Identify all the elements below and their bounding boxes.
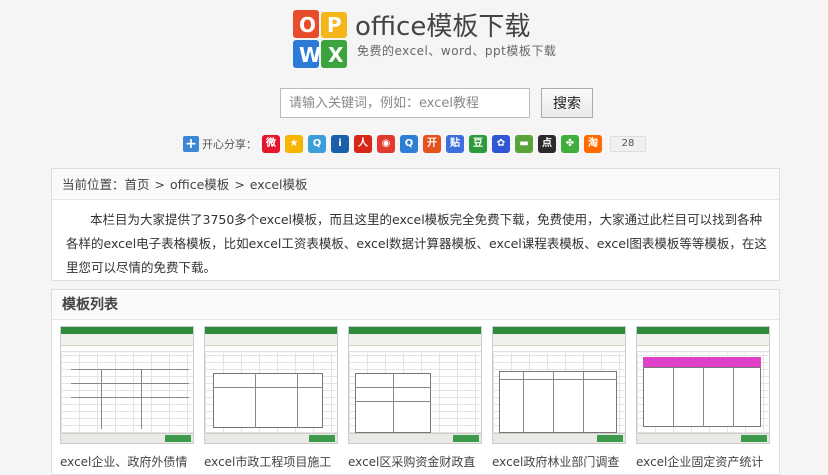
breadcrumb-prefix: 当前位置： [62,177,125,192]
tqq-icon[interactable]: Q [308,135,326,153]
site-header: O P W X office模板下载 免费的excel、word、ppt模板下载 [0,0,828,80]
template-thumbnail[interactable] [204,326,338,444]
sina-icon[interactable]: ◉ [377,135,395,153]
search-button[interactable]: 搜索 [541,88,593,118]
svg-text:P: P [327,13,342,37]
youdao-icon[interactable]: ▬ [515,135,533,153]
template-list-title: 模板列表 [52,290,779,320]
template-card[interactable]: excel区采购资金财政直 [348,326,482,470]
breadcrumb: 当前位置：首页 > office模板 > excel模板 [52,169,779,200]
breadcrumb-excel-link[interactable]: excel模板 [250,177,308,192]
kaixin-icon[interactable]: 开 [423,135,441,153]
share-bar: + 开心分享： 微 ★ Q i 人 ◉ Q 开 贴 豆 ✿ ▬ 点 ✤ 淘 28 [183,134,646,154]
tieba-icon[interactable]: 贴 [446,135,464,153]
template-thumbnail[interactable] [60,326,194,444]
share-count[interactable]: 28 [610,136,646,152]
template-caption[interactable]: excel企业、政府外债情 [60,453,200,470]
template-thumbnail[interactable] [636,326,770,444]
svg-text:X: X [328,43,344,67]
template-caption[interactable]: excel政府林业部门调查 [492,453,632,470]
qq-icon[interactable]: Q [400,135,418,153]
breadcrumb-separator: > [234,177,245,192]
clover-icon[interactable]: ✤ [561,135,579,153]
share-label: 开心分享： [202,138,257,151]
douban-icon[interactable]: 豆 [469,135,487,153]
template-caption[interactable]: excel区采购资金财政直 [348,453,488,470]
search-input[interactable] [280,88,530,118]
template-list-panel: 模板列表 excel企业、政府外债情 excel市政工程项目施工 excel区采… [51,289,780,475]
template-caption[interactable]: excel企业固定资产统计 [636,453,776,470]
svg-text:W: W [299,43,321,67]
site-subtitle: 免费的excel、word、ppt模板下载 [357,44,557,58]
intro-text: 本栏目为大家提供了3750多个excel模板，而且这里的excel模板完全免费下… [66,212,767,275]
taobao-icon[interactable]: 淘 [584,135,602,153]
breadcrumb-separator: > [154,177,166,192]
site-title[interactable]: office模板下载 [355,6,530,43]
svg-text:O: O [299,13,316,37]
people-icon[interactable]: 人 [354,135,372,153]
template-card[interactable]: excel企业固定资产统计 [636,326,770,470]
template-caption[interactable]: excel市政工程项目施工 [204,453,344,470]
template-card[interactable]: excel市政工程项目施工 [204,326,338,470]
template-card[interactable]: excel企业、政府外债情 [60,326,194,470]
breadcrumb-home-link[interactable]: 首页 [125,177,150,192]
baidu-icon[interactable]: ✿ [492,135,510,153]
share-plus-icon[interactable]: + [183,136,199,152]
office-logo-icon[interactable]: O P W X [291,8,351,70]
diandian-icon[interactable]: 点 [538,135,556,153]
weibo-icon[interactable]: 微 [262,135,280,153]
renren-icon[interactable]: i [331,135,349,153]
template-thumbnail[interactable] [492,326,626,444]
qzone-icon[interactable]: ★ [285,135,303,153]
breadcrumb-office-link[interactable]: office模板 [170,177,229,192]
template-thumbnail[interactable] [348,326,482,444]
intro-panel: 当前位置：首页 > office模板 > excel模板 本栏目为大家提供了3750多个… [51,168,780,281]
template-card[interactable]: excel政府林业部门调查 [492,326,626,470]
